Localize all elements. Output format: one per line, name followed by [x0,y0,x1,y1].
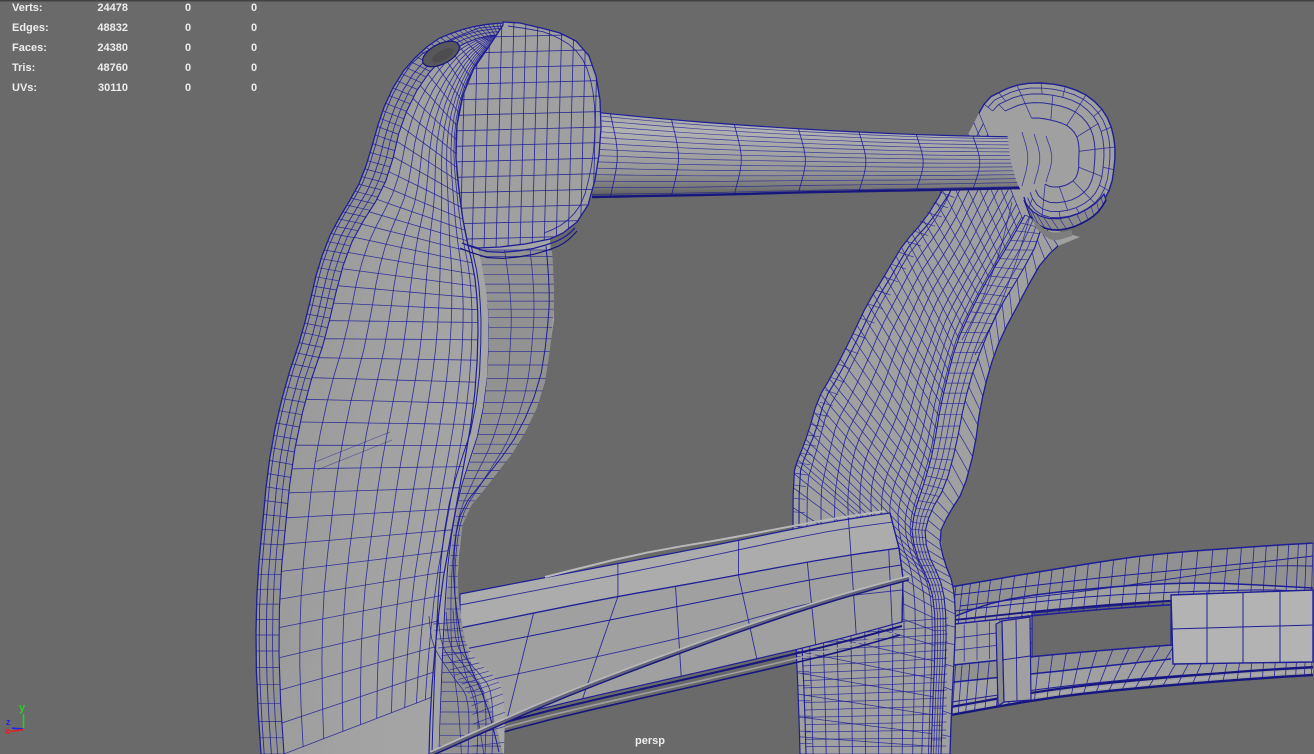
svg-text:x: x [5,726,10,736]
svg-text:y: y [19,702,26,714]
